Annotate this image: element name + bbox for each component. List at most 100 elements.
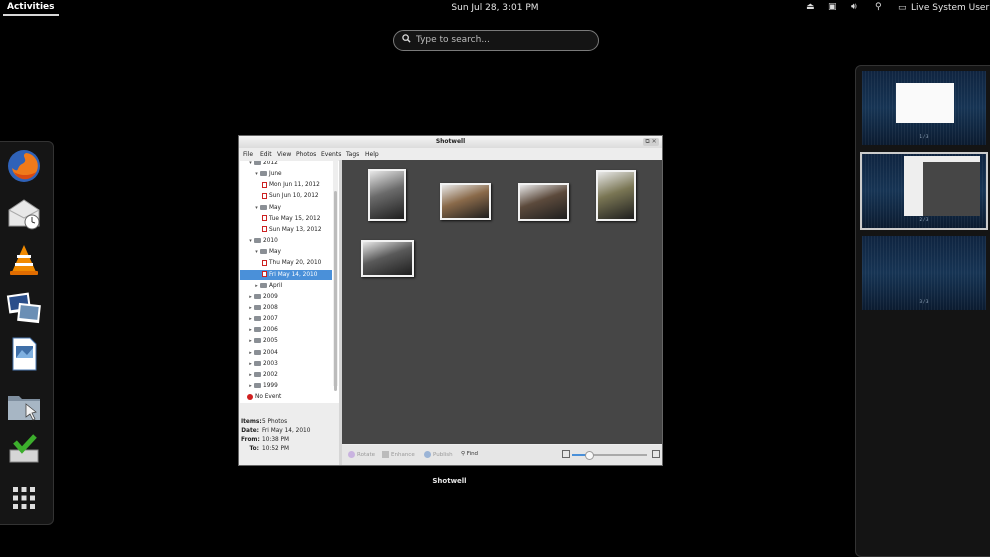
clock[interactable]: Sun Jul 28, 3:01 PM	[451, 3, 538, 13]
folder-row[interactable]: ▾ May	[240, 247, 332, 257]
expander-icon[interactable]: ▾	[247, 161, 254, 168]
tree-label: Sun May 13, 2012	[269, 226, 322, 233]
expander-icon[interactable]: ▾	[247, 236, 254, 246]
workspace-2[interactable]: 2 / 3	[860, 152, 988, 230]
zoom-in-icon[interactable]	[652, 450, 660, 458]
folder-row[interactable]: ▸ 2005	[240, 336, 332, 346]
zoom-slider[interactable]	[562, 450, 660, 460]
folder-row[interactable]: ▸ 2009	[240, 292, 332, 302]
rotate-icon	[348, 451, 355, 458]
expander-icon[interactable]: ▸	[253, 281, 260, 291]
rotate-button[interactable]: Rotate	[348, 451, 375, 458]
expander-icon[interactable]: ▸	[247, 336, 254, 346]
expander-icon[interactable]: ▸	[247, 381, 254, 391]
menu-edit[interactable]: Edit	[260, 151, 272, 158]
no-event-row[interactable]: No Event	[240, 392, 332, 402]
photo-family-group[interactable]	[440, 183, 491, 220]
photo-grid[interactable]	[342, 160, 662, 444]
menu-photos[interactable]: Photos	[296, 151, 316, 158]
folder-row[interactable]: ▸ 2006	[240, 325, 332, 335]
folder-row[interactable]: ▾ May	[240, 203, 332, 213]
folder-row[interactable]: ▸ 1999	[240, 381, 332, 391]
folder-icon	[254, 316, 261, 322]
workspace-3[interactable]: 3 / 3	[862, 236, 986, 310]
software-installer-icon[interactable]	[6, 430, 42, 466]
menu-events[interactable]: Events	[321, 151, 341, 158]
activities-button[interactable]: Activities	[3, 1, 59, 16]
shotwell-window[interactable]: Shotwell ⧉ ✕ File Edit View Photos Event…	[238, 135, 663, 466]
folder-row[interactable]: ▸ 2004	[240, 348, 332, 358]
volume-icon[interactable]: 🔊︎	[851, 2, 857, 13]
event-row[interactable]: Sun May 13, 2012	[240, 225, 332, 235]
photo-wedding-couple[interactable]	[368, 169, 406, 221]
folder-row[interactable]: ▸ April	[240, 281, 332, 291]
menu-file[interactable]: File	[243, 151, 253, 158]
search-input[interactable]	[416, 34, 586, 46]
info-value: Fri May 14, 2010	[262, 428, 311, 434]
expander-icon[interactable]: ▸	[247, 303, 254, 313]
find-button[interactable]: ⚲ Find	[461, 451, 478, 457]
menu-tags[interactable]: Tags	[346, 151, 359, 158]
folder-row[interactable]: ▾ 2012	[240, 161, 332, 168]
enhance-button[interactable]: Enhance	[382, 451, 415, 458]
tree-label: April	[269, 282, 283, 289]
event-row[interactable]: Sun Jun 10, 2012	[240, 191, 332, 201]
user-menu[interactable]: Live System User	[911, 3, 989, 13]
workspace-window-thumb	[896, 83, 954, 123]
folder-row[interactable]: ▾ June	[240, 169, 332, 179]
folder-row[interactable]: ▸ 2003	[240, 359, 332, 369]
no-event-icon	[247, 393, 253, 400]
sidebar-scrollbar[interactable]	[333, 161, 338, 391]
menu-bar: File Edit View Photos Events Tags Help	[239, 150, 662, 160]
event-row[interactable]: Thu May 20, 2010	[240, 258, 332, 268]
user-icon[interactable]: ▭	[898, 3, 907, 14]
folder-row[interactable]: ▾ 2010	[240, 236, 332, 246]
expander-icon[interactable]: ▾	[253, 203, 260, 213]
search-icon	[402, 34, 411, 46]
folder-row[interactable]: ▸ 2007	[240, 314, 332, 324]
tree-label: 2005	[263, 338, 278, 345]
firefox-icon[interactable]	[6, 148, 42, 184]
folder-row[interactable]: ▸ 2008	[240, 303, 332, 313]
expander-icon[interactable]: ▾	[253, 169, 260, 179]
publish-button[interactable]: Publish	[424, 451, 453, 458]
dash	[0, 141, 54, 525]
folder-icon	[260, 204, 267, 210]
workspace-1[interactable]: 1 / 3	[862, 71, 986, 145]
expander-icon[interactable]: ▸	[247, 292, 254, 302]
mail-clock-icon[interactable]	[6, 196, 42, 232]
event-row[interactable]: Fri May 14, 2010	[240, 269, 332, 280]
expander-icon[interactable]: ▸	[247, 325, 254, 335]
accessibility-icon[interactable]: ⏏	[806, 2, 815, 13]
photo-group-table[interactable]	[361, 240, 414, 277]
folder-row[interactable]: ▸ 2002	[240, 370, 332, 380]
workspace-switcher: 1 / 3 2 / 3 3 / 3	[855, 65, 990, 557]
zoom-out-icon[interactable]	[562, 450, 570, 458]
shotwell-icon[interactable]	[6, 290, 42, 326]
window-controls[interactable]: ⧉ ✕	[643, 138, 659, 146]
photo-outdoor-family[interactable]	[596, 170, 636, 221]
expander-icon[interactable]: ▸	[247, 314, 254, 324]
file-manager-icon[interactable]	[6, 388, 42, 424]
display-icon[interactable]: ▣	[828, 2, 837, 13]
tree-label: Sun Jun 10, 2012	[269, 193, 319, 200]
tree-label: 2008	[263, 304, 278, 311]
document-viewer-icon[interactable]	[6, 336, 42, 372]
menu-help[interactable]: Help	[365, 151, 379, 158]
menu-view[interactable]: View	[277, 151, 291, 158]
search-box[interactable]	[393, 30, 599, 51]
event-row[interactable]: Tue May 15, 2012	[240, 214, 332, 224]
event-row[interactable]: Mon Jun 11, 2012	[240, 180, 332, 190]
network-icon[interactable]: ⚲	[875, 2, 882, 13]
vlc-icon[interactable]	[6, 242, 42, 278]
expander-icon[interactable]: ▾	[253, 247, 260, 257]
app-grid-icon[interactable]	[6, 480, 42, 516]
zoom-slider-handle[interactable]	[584, 451, 594, 460]
expander-icon[interactable]: ▸	[247, 359, 254, 369]
tree-label: 2010	[263, 238, 278, 245]
expander-icon[interactable]: ▸	[247, 370, 254, 380]
expander-icon[interactable]: ▸	[247, 348, 254, 358]
photo-bride-groom[interactable]	[518, 183, 569, 221]
window-title[interactable]: Shotwell	[239, 136, 662, 148]
info-key: Items:	[241, 419, 262, 425]
